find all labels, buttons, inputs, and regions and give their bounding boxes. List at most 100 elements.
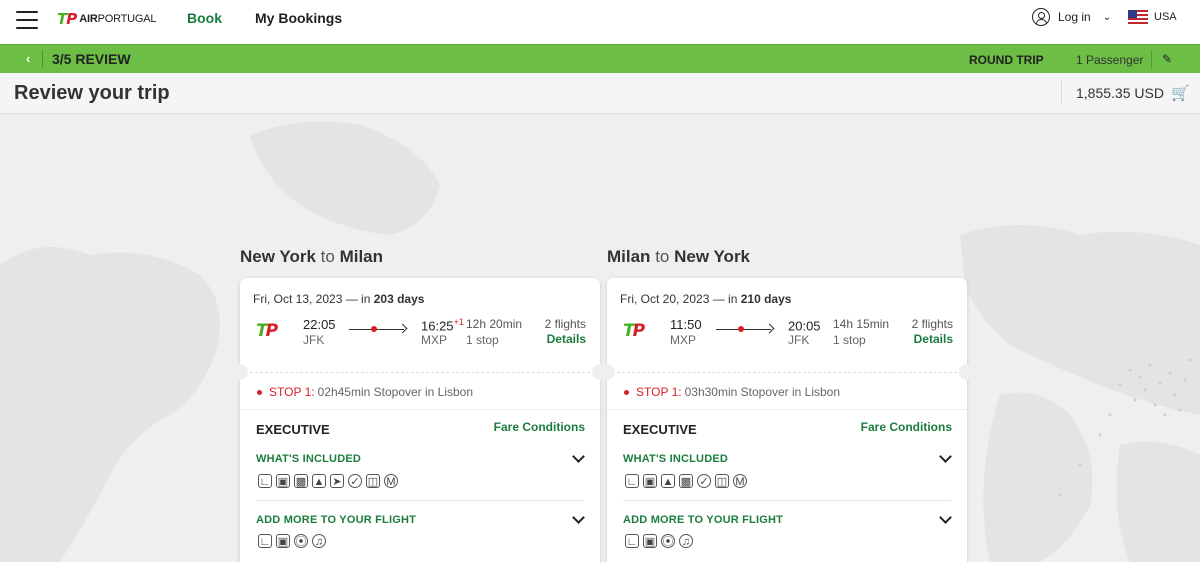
flight-duration: 14h 15min (833, 317, 890, 331)
country-selector[interactable]: USA (1128, 10, 1177, 24)
stopover-info: STOP 1: 03h30min Stopover in Lisbon (624, 385, 840, 399)
logo-text: AIRPORTUGAL (79, 13, 157, 25)
arrival-airport: JFK (788, 333, 810, 347)
route-title: Milan to New York (607, 247, 750, 267)
divider (240, 409, 600, 410)
departure-airport: JFK (303, 333, 325, 347)
day-offset: +1 (453, 317, 464, 327)
world-map-background (0, 121, 1200, 562)
bag-icon: ▣ (276, 534, 290, 548)
back-arrow-icon[interactable]: ‹ (26, 51, 30, 66)
flight-date: Fri, Oct 20, 2023 — in 210 days (620, 292, 792, 306)
meal-icon: M (384, 474, 398, 488)
add-more-toggle[interactable]: ADD MORE TO YOUR FLIGHT (256, 514, 416, 526)
whats-included-toggle[interactable]: WHAT'S INCLUDED (623, 453, 728, 465)
bag-icon: ▣ (643, 534, 657, 548)
logo[interactable]: TP AIRPORTUGAL (57, 10, 157, 28)
ticket-notch (232, 364, 248, 380)
flight-card-outbound: Fri, Oct 13, 2023 — in 203 days TP 22:05… (232, 278, 608, 562)
divider (42, 50, 43, 68)
whats-included-toggle[interactable]: WHAT'S INCLUDED (256, 453, 361, 465)
seat-icon: ∟ (258, 474, 272, 488)
miles-icon: ✓ (348, 474, 362, 488)
login-button[interactable]: Log in ⌄ (1032, 8, 1111, 26)
fare-conditions-link[interactable]: Fare Conditions (494, 420, 585, 434)
route-to: to (655, 247, 670, 266)
step-label: 3/5 REVIEW (52, 51, 131, 67)
logo-mark: TP (57, 10, 77, 28)
arrival-time: 20:05 (788, 318, 821, 334)
nav-book[interactable]: Book (187, 10, 222, 26)
included-icons: ∟ ▣ ▲ ▩ ✓ ◫ M (625, 474, 747, 488)
bike-icon: ⦿ (661, 534, 675, 548)
seat-icon: ∟ (258, 534, 272, 548)
flight-duration: 12h 20min (466, 317, 523, 331)
menu-icon[interactable] (16, 11, 38, 29)
arrival-time: 16:25+1 (421, 317, 464, 334)
cabin-class: EXECUTIVE (623, 422, 697, 437)
chevron-down-icon[interactable] (572, 511, 585, 524)
top-nav: TP AIRPORTUGAL Book My Bookings Log in ⌄… (0, 0, 1200, 44)
country-label: USA (1154, 11, 1177, 23)
ticket-notch (959, 364, 975, 380)
departure-time: 22:05 (303, 317, 336, 332)
cart-icon[interactable]: 🛒 (1171, 84, 1190, 102)
total-price[interactable]: 1,855.35 USD (1076, 85, 1164, 101)
instrument-icon: ♫ (312, 534, 326, 548)
instrument-icon: ♫ (679, 534, 693, 548)
chevron-down-icon[interactable] (939, 511, 952, 524)
train-icon: ◫ (366, 474, 380, 488)
stop-count: 1 stop (466, 333, 499, 347)
chevron-down-icon[interactable] (572, 450, 585, 463)
seat-icon: ∟ (625, 474, 639, 488)
seat-icon: ∟ (625, 534, 639, 548)
route-arrow-icon (349, 323, 408, 334)
stop-count: 1 stop (833, 333, 866, 347)
departure-airport: MXP (670, 333, 697, 347)
divider (623, 500, 951, 501)
passenger-count: 1 Passenger (1076, 53, 1144, 67)
step-bar: ‹ 3/5 REVIEW ROUND TRIP 1 Passenger ✎ (0, 44, 1200, 73)
flight-count: 2 flights (544, 317, 586, 331)
fast-track-icon: ➤ (330, 474, 344, 488)
fare-conditions-link[interactable]: Fare Conditions (861, 420, 952, 434)
meal-icon: M (733, 474, 747, 488)
divider (250, 372, 590, 373)
trip-type: ROUND TRIP (969, 53, 1044, 67)
flight-count: 2 flights (911, 317, 953, 331)
bag-icon: ▣ (276, 474, 290, 488)
lounge-icon: ▩ (294, 474, 308, 488)
login-label: Log in (1058, 10, 1091, 24)
add-more-toggle[interactable]: ADD MORE TO YOUR FLIGHT (623, 514, 783, 526)
divider (1061, 80, 1062, 104)
route-origin: New York (240, 247, 316, 266)
details-link[interactable]: Details (914, 332, 953, 346)
details-link[interactable]: Details (547, 332, 586, 346)
route-destination: Milan (339, 247, 384, 266)
train-icon: ◫ (715, 474, 729, 488)
arrival-airport: MXP (421, 333, 448, 347)
tap-logo-icon: TP (623, 321, 645, 341)
addon-icons: ∟ ▣ ⦿ ♫ (258, 534, 326, 548)
review-header: Review your trip 1,855.35 USD 🛒 (0, 73, 1200, 114)
chevron-down-icon: ⌄ (1102, 11, 1112, 23)
priority-icon: ▲ (312, 474, 326, 488)
addon-icons: ∟ ▣ ⦿ ♫ (625, 534, 693, 548)
route-to: to (320, 247, 335, 266)
tap-logo-icon: TP (256, 321, 278, 341)
divider (256, 500, 584, 501)
stop-dot-icon (624, 389, 629, 395)
flight-date: Fri, Oct 13, 2023 — in 203 days (253, 292, 425, 306)
route-title: New York to Milan (240, 247, 383, 267)
chevron-down-icon[interactable] (939, 450, 952, 463)
departure-time: 11:50 (670, 317, 702, 332)
stopover-info: STOP 1: 02h45min Stopover in Lisbon (257, 385, 473, 399)
nav-my-bookings[interactable]: My Bookings (255, 10, 342, 26)
us-flag-icon (1128, 10, 1148, 24)
bag-icon: ▣ (643, 474, 657, 488)
divider (1151, 50, 1152, 68)
edit-icon[interactable]: ✎ (1162, 52, 1172, 66)
route-arrow-icon (716, 323, 775, 334)
bike-icon: ⦿ (294, 534, 308, 548)
cabin-class: EXECUTIVE (256, 422, 330, 437)
